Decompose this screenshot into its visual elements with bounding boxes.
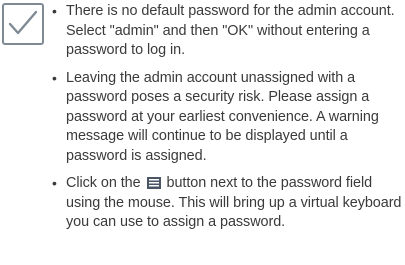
note-text: There is no default password for the adm… <box>66 3 395 58</box>
bullet: • <box>52 69 57 86</box>
note-item-virtual-keyboard: • Click on the button next to the passwo… <box>51 174 403 233</box>
note-item-security-risk: • Leaving the admin account unassigned w… <box>51 69 403 167</box>
note-text: Leaving the admin account unassigned wit… <box>66 69 379 164</box>
note-text-before: Click on the <box>66 175 141 191</box>
note-item-default-password: • There is no default password for the a… <box>51 2 403 61</box>
bullet: • <box>52 175 57 191</box>
check-mark-icon <box>2 3 44 45</box>
bullet: • <box>52 3 57 19</box>
virtual-keyboard-icon <box>146 176 161 189</box>
note-list: • There is no default password for the a… <box>51 2 403 241</box>
